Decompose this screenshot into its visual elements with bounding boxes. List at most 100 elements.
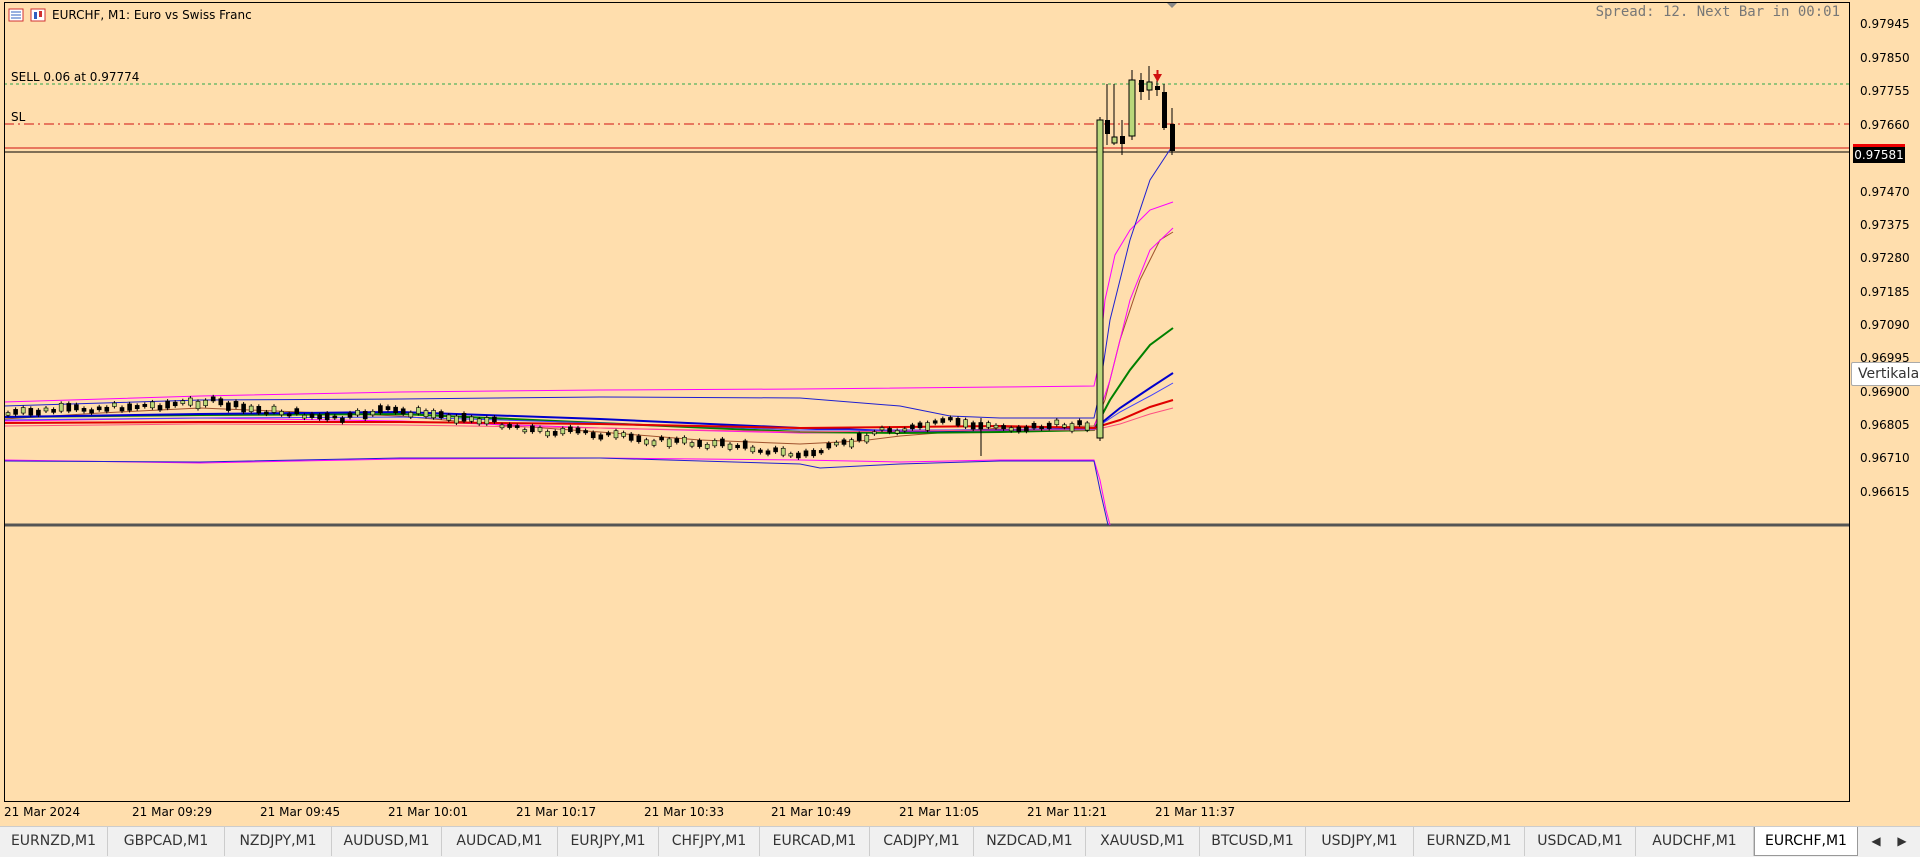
tab-xauusd-m1[interactable]: XAUUSD,M1 xyxy=(1086,827,1200,856)
candle-bear xyxy=(362,411,368,420)
tab-eurcad-m1[interactable]: EURCAD,M1 xyxy=(760,827,870,856)
tab-audcad-m1[interactable]: AUDCAD,M1 xyxy=(442,827,558,856)
candle-bear xyxy=(742,440,748,449)
candle-bear xyxy=(841,439,847,445)
tab-nzdcad-m1[interactable]: NZDCAD,M1 xyxy=(974,827,1086,856)
tab-audusd-m1[interactable]: AUDUSD,M1 xyxy=(332,827,442,856)
price-tick-label: 0.96900 xyxy=(1860,385,1910,399)
candle-bull xyxy=(834,442,839,446)
candle-bear xyxy=(461,413,467,422)
candle-bear xyxy=(226,402,231,411)
candle-bull xyxy=(993,424,999,429)
candle-bull xyxy=(712,440,718,447)
candle-bear xyxy=(74,404,79,411)
tab-eurchf-m1[interactable]: EURCHF,M1 xyxy=(1754,827,1858,856)
candle-bear xyxy=(583,430,588,434)
candle-bear xyxy=(811,449,816,457)
sell-arrow-icon xyxy=(1153,74,1162,82)
candle-bull xyxy=(355,409,360,416)
candle-bull xyxy=(545,431,550,437)
candle-bear xyxy=(210,396,216,402)
candle-bear xyxy=(1120,136,1125,144)
candle-bear xyxy=(628,433,634,441)
time-tick-label: 21 Mar 09:29 xyxy=(132,805,213,819)
candle-bear xyxy=(400,408,406,415)
candle-bear xyxy=(51,409,56,413)
candle-bull xyxy=(1128,79,1136,137)
chart-area[interactable]: EURCHF, M1: Euro vs Swiss Franc Spread: … xyxy=(0,0,1920,826)
envelope-upper-magenta xyxy=(3,201,1174,403)
candle-bull xyxy=(727,443,733,450)
tab-scroll-right-button[interactable]: ▶ xyxy=(1890,827,1914,856)
tab-cadjpy-m1[interactable]: CADJPY,M1 xyxy=(870,827,974,856)
candle-bear xyxy=(66,403,72,412)
candle-bull xyxy=(1069,423,1075,432)
tab-eurnzd-m1[interactable]: EURNZD,M1 xyxy=(0,827,108,856)
chart-type-icon[interactable] xyxy=(30,8,46,22)
candle-bull xyxy=(180,400,186,404)
candle-bear xyxy=(127,403,132,411)
candle-bear xyxy=(332,415,338,419)
price-chart[interactable] xyxy=(0,0,1920,826)
candle-bear xyxy=(765,450,771,455)
candle-bull xyxy=(20,407,26,414)
price-tick-label: 0.97375 xyxy=(1860,218,1910,232)
time-tick-label: 21 Mar 10:33 xyxy=(644,805,725,819)
candle-bear xyxy=(1105,120,1110,134)
stop-loss-label[interactable]: SL xyxy=(11,110,25,124)
candle-bear xyxy=(598,434,604,440)
candle-bull xyxy=(195,401,201,409)
candle-bear xyxy=(970,422,976,430)
candle-bear xyxy=(606,432,611,436)
candle-bear xyxy=(636,435,642,443)
candle-bear xyxy=(36,409,41,416)
tab-gbpcad-m1[interactable]: GBPCAD,M1 xyxy=(108,827,225,856)
time-tick-label: 21 Mar 11:37 xyxy=(1155,805,1236,819)
candle-bear xyxy=(735,444,740,449)
tab-usdcad-m1[interactable]: USDCAD,M1 xyxy=(1525,827,1636,856)
chart-shift-marker-icon[interactable] xyxy=(1167,3,1177,8)
candle-bear xyxy=(264,411,269,415)
tab-scroll-left-button[interactable]: ◀ xyxy=(1864,827,1888,856)
candle-bull xyxy=(1146,81,1153,91)
candle-bull xyxy=(248,405,254,412)
candle-bull xyxy=(902,428,908,432)
candle-bear xyxy=(241,403,246,413)
candle-bear xyxy=(1162,92,1167,128)
tab-chfjpy-m1[interactable]: CHFJPY,M1 xyxy=(659,827,760,856)
candle-bear xyxy=(119,407,125,412)
candle-bear xyxy=(955,418,961,426)
time-tick-label: 21 Mar 10:49 xyxy=(771,805,852,819)
time-tick-label: 21 Mar 11:21 xyxy=(1027,805,1108,819)
candle-bear xyxy=(1155,86,1160,90)
candle-bull xyxy=(894,430,900,434)
tab-audchf-m1[interactable]: AUDCHF,M1 xyxy=(1636,827,1754,856)
tab-eurnzd-m1[interactable]: EURNZD,M1 xyxy=(1414,827,1525,856)
candle-bear xyxy=(674,438,680,443)
candle-bull xyxy=(469,416,474,422)
tab-btcusd-m1[interactable]: BTCUSD,M1 xyxy=(1200,827,1306,856)
time-tick-label: 21 Mar 2024 xyxy=(4,805,81,819)
time-tick-label: 21 Mar 10:01 xyxy=(388,805,469,819)
sell-order-label[interactable]: SELL 0.06 at 0.97774 xyxy=(11,70,139,84)
spike-candle-bull xyxy=(1096,119,1104,439)
price-tick-label: 0.97850 xyxy=(1860,51,1910,65)
candle-bull xyxy=(522,429,528,433)
one-click-trading-icon[interactable] xyxy=(8,8,24,22)
candle-bull xyxy=(302,414,307,419)
price-tick-label: 0.96615 xyxy=(1860,485,1910,499)
candle-bull xyxy=(1084,422,1090,431)
tab-nzdjpy-m1[interactable]: NZDJPY,M1 xyxy=(225,827,332,856)
tab-eurjpy-m1[interactable]: EURJPY,M1 xyxy=(558,827,659,856)
envelope-upper-blue xyxy=(3,144,1174,419)
candle-bear xyxy=(165,400,170,409)
candle-bear xyxy=(590,432,596,439)
price-tick-label: 0.97945 xyxy=(1860,17,1910,31)
tab-usdjpy-m1[interactable]: USDJPY,M1 xyxy=(1306,827,1414,856)
candle-bear xyxy=(1046,422,1052,429)
time-tick-label: 21 Mar 09:45 xyxy=(260,805,341,819)
candle-bear xyxy=(89,409,94,414)
candle-bull xyxy=(537,427,543,432)
price-tick-label: 0.97660 xyxy=(1860,118,1910,132)
candle-bull xyxy=(1111,136,1118,144)
